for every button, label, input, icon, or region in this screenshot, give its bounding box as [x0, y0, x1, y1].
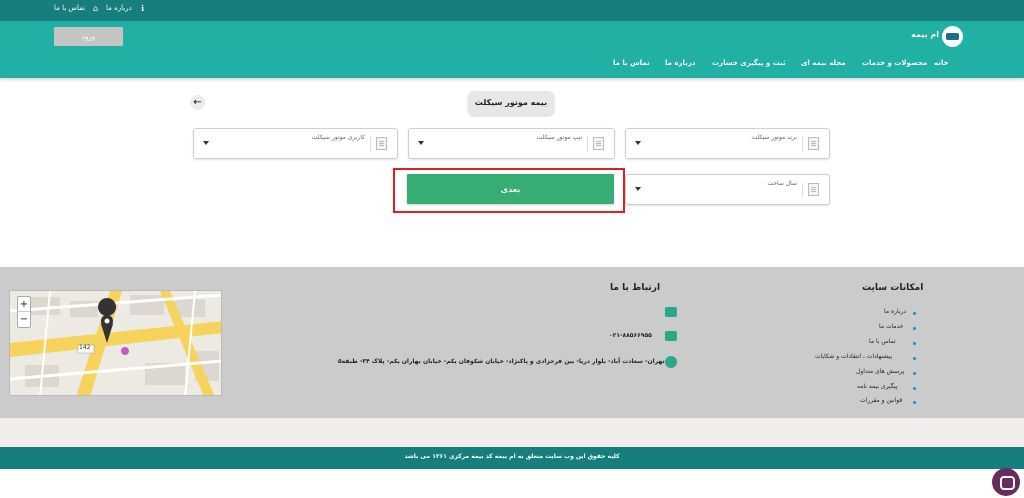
footer-link-contact[interactable]: تماس با ما	[869, 338, 896, 345]
dropdown-arrow-icon	[635, 141, 641, 145]
bullet	[913, 372, 916, 375]
dropdown-arrow-icon	[635, 187, 641, 191]
topbar-about-link[interactable]: درباره ما	[106, 4, 132, 12]
brand-name[interactable]: ام بیمه	[895, 30, 939, 39]
nav-contact[interactable]: تماس با ما	[613, 59, 650, 67]
year-select-label: سال ساخت	[767, 180, 797, 187]
usage-select[interactable]: کاربری موتور سیکلت	[193, 128, 398, 159]
copyright-text: کلیه حقوق این وب سایت متعلق به ام بیمه ک…	[404, 453, 620, 460]
footer-link-suggestions[interactable]: پیشنهادات ، انتقادات و شکایات	[815, 353, 892, 360]
dropdown-arrow-icon	[418, 141, 424, 145]
top-bar: ℹ درباره ما ⌂ تماس با ما	[0, 0, 1024, 21]
home-icon: ⌂	[92, 4, 99, 13]
document-icon	[808, 137, 819, 150]
login-button[interactable]: ورود	[54, 27, 123, 46]
separator	[802, 137, 803, 151]
contact-title: ارتباط با ما	[610, 283, 661, 293]
document-icon	[593, 137, 604, 150]
bullet	[913, 401, 916, 404]
year-select[interactable]: سال ساخت	[625, 174, 830, 205]
location-map[interactable]	[9, 290, 222, 396]
email-icon[interactable]	[665, 307, 677, 317]
brand-select-label: برند موتور سیکلت	[751, 134, 797, 141]
footer-link-faq[interactable]: پرسش های متداول	[856, 368, 904, 375]
nav-about[interactable]: درباره ما	[665, 59, 695, 67]
nav-claims[interactable]: ثبت و پیگیری خسارت	[712, 59, 786, 67]
separator	[370, 137, 371, 151]
chat-icon[interactable]	[992, 468, 1020, 496]
bullet	[913, 357, 916, 360]
zoom-in-button[interactable]: +	[18, 297, 30, 312]
back-arrow-icon[interactable]: ←	[190, 95, 205, 110]
page-title: بیمه موتور سیکلت	[468, 91, 554, 115]
bullet	[913, 342, 916, 345]
footer-link-rules[interactable]: قوانین و مقررات	[860, 397, 902, 404]
document-icon	[376, 137, 387, 150]
bullet	[913, 387, 916, 390]
footer-spacer	[0, 418, 1024, 447]
info-icon: ℹ	[140, 4, 145, 13]
brand-select[interactable]: برند موتور سیکلت	[625, 128, 830, 159]
map-route-label: 142	[79, 344, 91, 351]
map-graphic	[10, 291, 221, 395]
next-button[interactable]: بعدی	[407, 174, 614, 204]
copyright-bar: کلیه حقوق این وب سایت متعلق به ام بیمه ک…	[0, 447, 1024, 469]
phone-icon	[665, 331, 677, 341]
usage-select-label: کاربری موتور سیکلت	[311, 134, 365, 141]
bullet	[913, 327, 916, 330]
document-icon	[808, 183, 819, 196]
phone-number: ۰۲۱-۸۸۵۶۶۹۵۵	[609, 332, 652, 339]
features-title: امکانات سایت	[862, 283, 924, 293]
main-header: ورود ام بیمه خانه محصولات و خدمات مجله ب…	[0, 21, 1024, 78]
footer-link-tracking[interactable]: پیگیری بیمه نامه	[857, 383, 898, 390]
map-zoom-control: + −	[17, 296, 31, 328]
bullet	[913, 312, 916, 315]
address-text: تهران- سعادت آباد- بلوار دریا- بین فرحزا…	[338, 358, 665, 365]
nav-home[interactable]: خانه	[934, 59, 949, 67]
type-select[interactable]: تیپ موتور سیکلت	[408, 128, 615, 159]
nav-magazine[interactable]: مجله بیمه ای	[801, 59, 846, 67]
separator	[587, 137, 588, 151]
location-icon	[665, 356, 677, 368]
footer-link-services[interactable]: خدمات ما	[879, 323, 904, 330]
zoom-out-button[interactable]: −	[18, 312, 30, 327]
topbar-contact-link[interactable]: تماس با ما	[54, 4, 85, 12]
nav-products[interactable]: محصولات و خدمات	[862, 59, 927, 67]
separator	[802, 183, 803, 197]
type-select-label: تیپ موتور سیکلت	[536, 134, 582, 141]
footer-link-about[interactable]: درباره ما	[884, 308, 906, 315]
dropdown-arrow-icon	[203, 141, 209, 145]
logo-icon[interactable]	[942, 26, 963, 47]
